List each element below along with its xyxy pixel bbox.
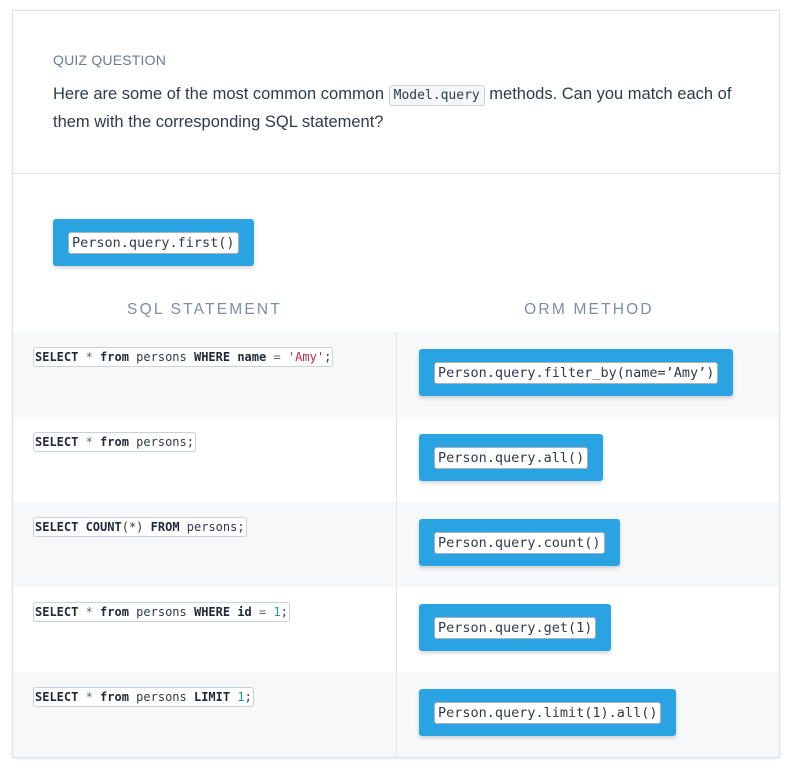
chip-code: Person.query.count(): [434, 532, 605, 554]
orm-method-chip[interactable]: Person.query.limit(1).all(): [419, 689, 677, 736]
chip-code: Person.query.first(): [68, 232, 239, 254]
orm-method-chip[interactable]: Person.query.get(1): [419, 604, 612, 651]
question-text: Here are some of the most common common …: [53, 81, 733, 136]
inline-code: Model.query: [388, 85, 485, 106]
chip-code: Person.query.get(1): [434, 617, 597, 639]
sql-statement: SELECT * from persons WHERE id = 1;: [33, 602, 290, 622]
chip-code: Person.query.limit(1).all(): [434, 702, 662, 724]
chip-code: Person.query.all(): [434, 447, 589, 469]
sql-statement: SELECT * from persons;: [33, 432, 196, 452]
chip-code: Person.query.filter_by(name=’Amy’): [434, 362, 719, 384]
draggable-chip-unplaced[interactable]: Person.query.first(): [53, 219, 254, 266]
quiz-card: QUIZ QUESTION Here are some of the most …: [12, 10, 780, 758]
question-text-start: Here are some of the most common common: [53, 85, 389, 103]
sql-statement: SELECT * from persons WHERE name = 'Amy'…: [33, 347, 334, 367]
orm-method-chip[interactable]: Person.query.all(): [419, 434, 604, 481]
orm-method-chip[interactable]: Person.query.count(): [419, 519, 620, 566]
sql-statement: SELECT * from persons LIMIT 1;: [33, 687, 254, 707]
orm-method-chip[interactable]: Person.query.filter_by(name=’Amy’): [419, 349, 734, 396]
quiz-question-label: QUIZ QUESTION: [53, 52, 167, 68]
column-header-sql: SQL STATEMENT: [127, 301, 282, 318]
column-header-orm: ORM METHOD: [524, 301, 654, 318]
column-divider: [396, 332, 397, 757]
sql-statement: SELECT COUNT(*) FROM persons;: [33, 517, 247, 537]
section-divider: [13, 173, 779, 174]
